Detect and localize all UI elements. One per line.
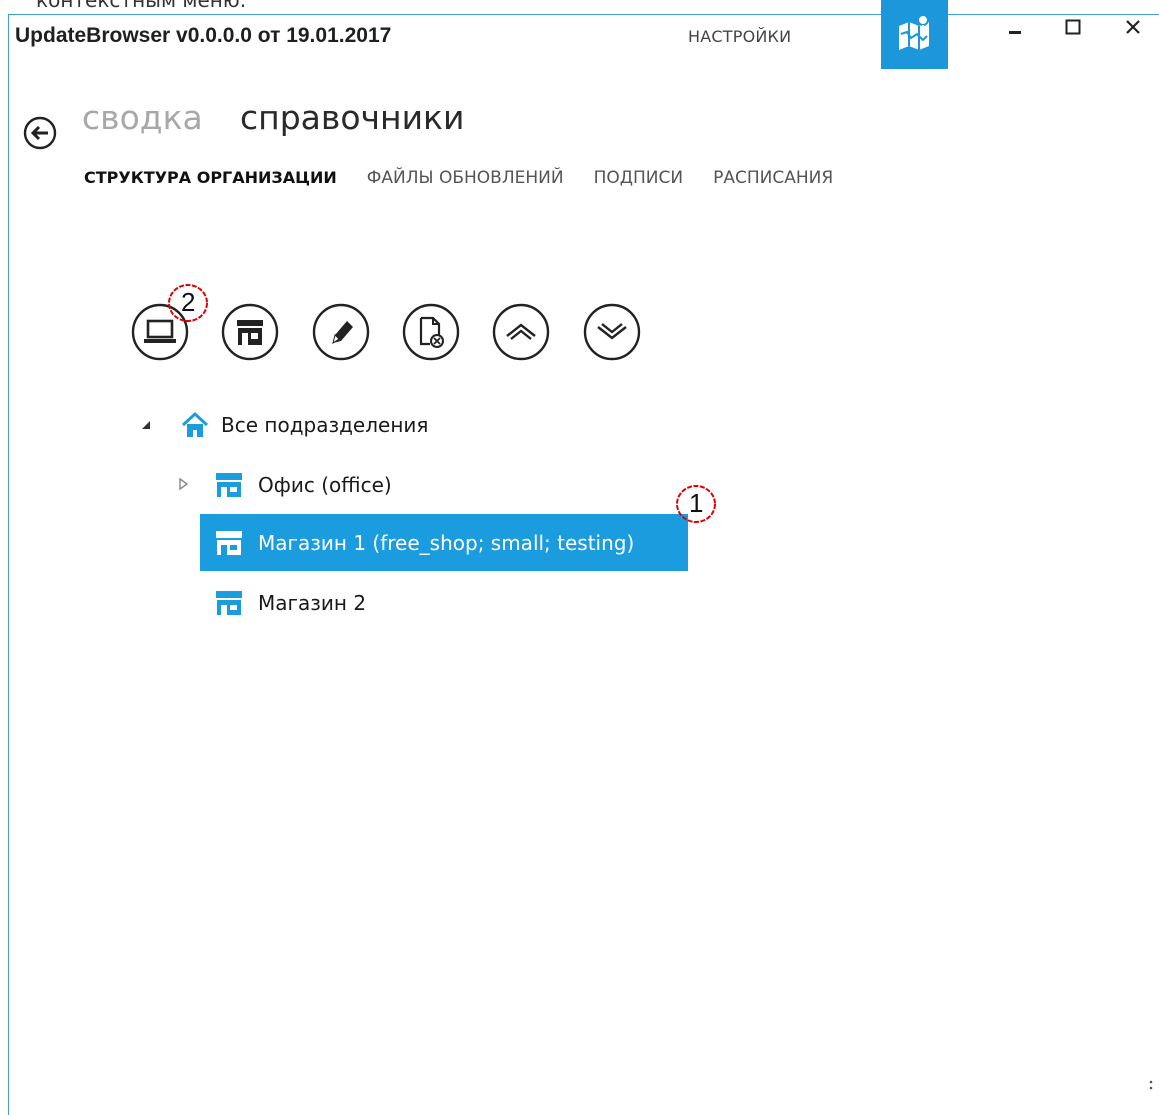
tree-item-shop-2[interactable]: Магазин 2 (214, 586, 366, 620)
map-button[interactable] (881, 0, 948, 69)
delete-button[interactable] (402, 303, 460, 361)
tree-root[interactable]: Все подразделения (180, 409, 428, 441)
close-icon (1126, 20, 1140, 34)
tree-root-label: Все подразделения (221, 413, 429, 437)
add-store-button[interactable] (221, 303, 279, 361)
move-down-icon (597, 323, 627, 340)
annotation-number-2: 2 (181, 287, 196, 317)
collapse-triangle-icon[interactable] (139, 418, 153, 432)
page-title: справочники (240, 98, 465, 137)
breadcrumb-previous[interactable]: сводка (82, 98, 203, 137)
pencil-icon (332, 321, 353, 345)
tree-item-label: Офис (office) (258, 473, 392, 497)
store-icon (216, 591, 242, 615)
edit-button[interactable] (312, 303, 370, 361)
back-arrow-icon[interactable] (23, 116, 57, 150)
move-up-button[interactable] (492, 303, 550, 361)
store-icon (216, 473, 242, 497)
maximize-button[interactable] (1058, 12, 1088, 42)
tab-update-files[interactable]: ФАЙЛЫ ОБНОВЛЕНИЙ (367, 168, 564, 188)
store-icon (216, 530, 242, 555)
move-down-button[interactable] (583, 303, 641, 361)
move-up-icon (506, 323, 536, 340)
tree-item-label: Магазин 2 (258, 591, 367, 615)
tab-bar: СТРУКТУРА ОРГАНИЗАЦИИ ФАЙЛЫ ОБНОВЛЕНИЙ П… (84, 168, 863, 188)
maximize-icon (1065, 19, 1081, 35)
close-button[interactable] (1118, 12, 1148, 42)
tree-item-shop-1[interactable]: Магазин 1 (free_shop; small; testing) (200, 514, 688, 571)
tree-item-office[interactable]: Офис (office) (214, 468, 396, 502)
map-icon (898, 14, 929, 50)
document-caption: контекстным меню. (36, 0, 247, 12)
expand-triangle-icon[interactable] (177, 477, 189, 491)
tab-schedules[interactable]: РАСПИСАНИЯ (713, 168, 833, 188)
minimize-icon (1009, 31, 1021, 34)
tab-signatures[interactable]: ПОДПИСИ (594, 168, 684, 188)
window-title: UpdateBrowser v0.0.0.0 от 19.01.2017 (15, 24, 392, 47)
delete-document-icon (419, 316, 444, 348)
home-icon (181, 411, 209, 437)
annotation-number-1: 1 (689, 488, 704, 518)
tree-item-label: Магазин 1 (free_shop; small; testing) (258, 530, 635, 555)
settings-link[interactable]: НАСТРОЙКИ (688, 27, 791, 46)
tab-organization-structure[interactable]: СТРУКТУРА ОРГАНИЗАЦИИ (84, 168, 337, 188)
resize-grip-icon[interactable] (1145, 1078, 1155, 1092)
store-icon (237, 320, 263, 345)
minimize-button[interactable] (1000, 12, 1030, 42)
